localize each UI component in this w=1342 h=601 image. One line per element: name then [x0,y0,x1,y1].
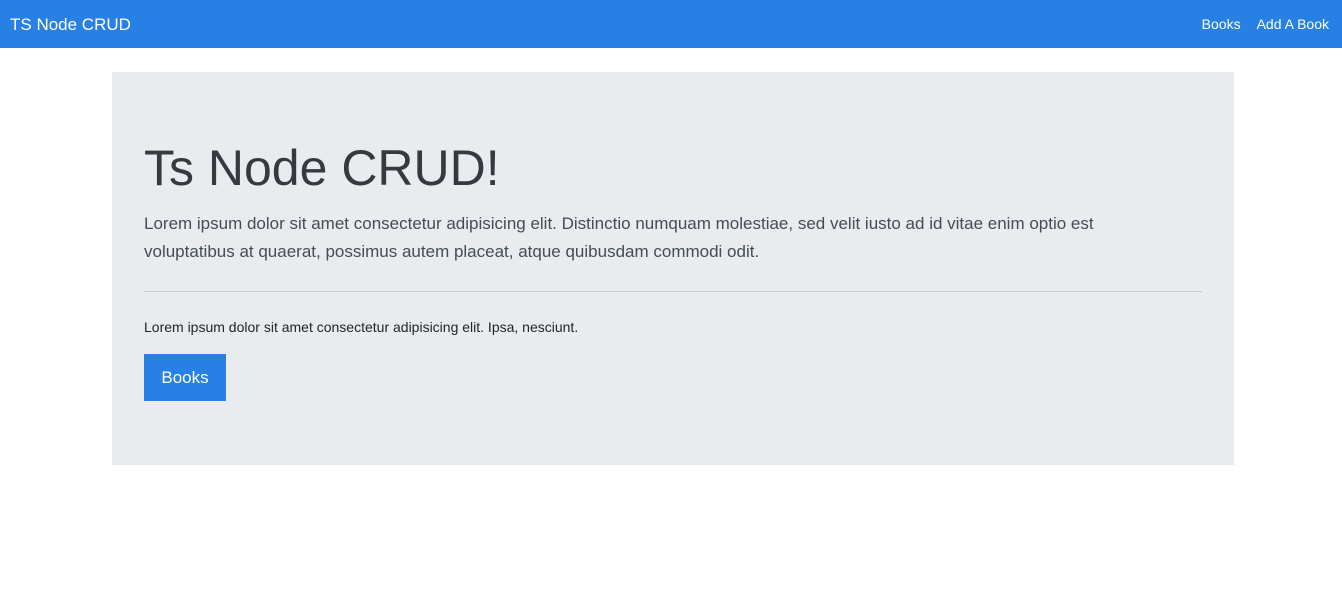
top-navbar: TS Node CRUD Books Add A Book [0,0,1342,48]
navbar-brand[interactable]: TS Node CRUD [10,16,131,33]
nav-link-add-book[interactable]: Add A Book [1257,17,1329,31]
jumbotron: Ts Node CRUD! Lorem ipsum dolor sit amet… [112,72,1234,465]
body-text: Lorem ipsum dolor sit amet consectetur a… [144,319,579,335]
navbar-links: Books Add A Book [1202,17,1329,31]
divider [144,291,1202,292]
page-title: Ts Node CRUD! [144,140,500,196]
lead-paragraph: Lorem ipsum dolor sit amet consectetur a… [144,214,1094,261]
books-button[interactable]: Books [144,354,226,401]
nav-link-books[interactable]: Books [1202,17,1241,31]
